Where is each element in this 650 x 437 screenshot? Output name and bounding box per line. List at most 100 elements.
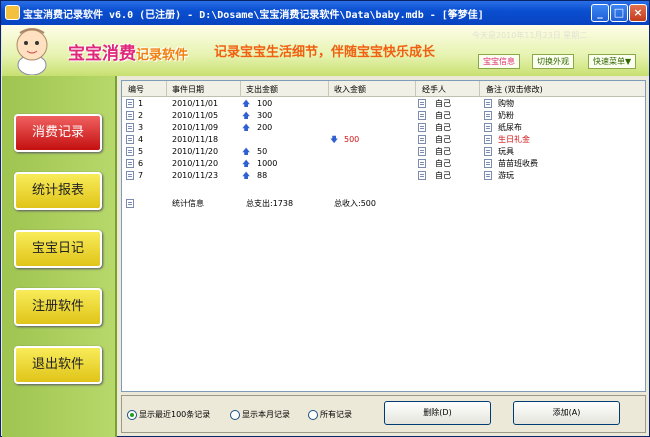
cell-note[interactable]: 苗苗班收费 <box>498 158 538 170</box>
cell-note[interactable]: 奶粉 <box>498 110 514 122</box>
current-date: 今天是2010年11月23日 星期二 <box>472 31 588 40</box>
cell-note[interactable]: 游玩 <box>498 170 514 182</box>
arrow-up-icon: 🡅 <box>242 123 251 132</box>
table-row[interactable]: 5 2010/11/20 🡅 50 自己 玩具 <box>122 146 645 158</box>
handler-icon <box>418 159 426 168</box>
column-header-id[interactable]: 编号 <box>128 84 144 95</box>
cell-id: 2 <box>138 111 144 120</box>
cell-id: 5 <box>138 147 144 156</box>
slogan: 记录宝宝生活细节，伴随宝宝快乐成长 <box>214 45 436 60</box>
sidebar-item-reports[interactable]: 统计报表 <box>14 172 102 210</box>
cell-handler: 自己 <box>435 99 451 108</box>
cell-handler: 自己 <box>435 135 451 144</box>
row-document-icon <box>126 135 134 144</box>
radio-all-records[interactable]: 所有记录 <box>308 409 352 420</box>
row-document-icon <box>126 99 134 108</box>
sidebar-item-records[interactable]: 消费记录 <box>14 114 102 152</box>
baby-mascot-icon <box>16 28 48 75</box>
handler-icon <box>418 171 426 180</box>
title-bar[interactable]: 宝宝消费记录软件 v6.0 (已注册) - D:\Dosame\宝宝消费记录软件… <box>1 1 649 25</box>
document-icon <box>126 199 134 208</box>
app-window: 宝宝消费记录软件 v6.0 (已注册) - D:\Dosame\宝宝消费记录软件… <box>0 0 650 437</box>
radio-dot-icon <box>308 409 318 420</box>
radio-this-month[interactable]: 显示本月记录 <box>230 409 290 420</box>
cell-handler: 自己 <box>435 171 451 180</box>
switch-skin-button[interactable]: 切换外观 <box>532 54 574 69</box>
note-icon <box>484 111 492 120</box>
note-icon <box>484 123 492 132</box>
sidebar-item-diary[interactable]: 宝宝日记 <box>14 230 102 268</box>
cell-date: 2010/11/20 <box>172 147 219 156</box>
cell-expense: 88 <box>257 171 268 180</box>
note-icon <box>484 99 492 108</box>
sidebar-item-register[interactable]: 注册软件 <box>14 288 102 326</box>
row-document-icon <box>126 123 134 132</box>
cell-date: 2010/11/09 <box>172 123 219 132</box>
note-icon <box>484 159 492 168</box>
handler-icon <box>418 111 426 120</box>
handler-icon <box>418 123 426 132</box>
cell-handler: 自己 <box>435 147 451 156</box>
table-row[interactable]: 7 2010/11/23 🡅 88 自己 游玩 <box>122 170 645 182</box>
cell-date: 2010/11/05 <box>172 111 219 120</box>
cell-expense: 100 <box>257 99 273 108</box>
arrow-up-icon: 🡅 <box>242 111 251 120</box>
column-header-handler[interactable]: 经手人 <box>422 84 446 95</box>
table-header: 编号 事件日期 支出金额 收入金额 经手人 备注 (双击修改) <box>122 81 645 97</box>
window-title: 宝宝消费记录软件 v6.0 (已注册) - D:\Dosame\宝宝消费记录软件… <box>23 10 484 21</box>
cell-handler: 自己 <box>435 159 451 168</box>
row-document-icon <box>126 171 134 180</box>
baby-info-button[interactable]: 宝宝信息 <box>478 54 520 69</box>
table-row[interactable]: 2 2010/11/05 🡅 300 自己 奶粉 <box>122 110 645 122</box>
column-header-note[interactable]: 备注 (双击修改) <box>486 84 543 95</box>
cell-date: 2010/11/20 <box>172 159 219 168</box>
radio-recent-100[interactable]: 显示最近100条记录 <box>127 409 210 420</box>
table-row[interactable]: 3 2010/11/09 🡅 200 自己 纸尿布 <box>122 122 645 134</box>
row-document-icon <box>126 159 134 168</box>
cell-id: 1 <box>138 99 144 108</box>
cell-id: 7 <box>138 171 144 180</box>
close-button[interactable]: × <box>629 4 647 22</box>
row-document-icon <box>126 111 134 120</box>
app-icon <box>5 5 20 20</box>
cell-note[interactable]: 玩具 <box>498 146 514 158</box>
records-table[interactable]: 编号 事件日期 支出金额 收入金额 经手人 备注 (双击修改) 1 2010/11… <box>121 80 646 392</box>
cell-income: 500 <box>344 135 360 144</box>
summary-label: 统计信息 <box>172 199 204 208</box>
total-expense: 总支出:1738 <box>246 199 294 208</box>
column-header-income[interactable]: 收入金额 <box>334 84 366 95</box>
cell-expense: 300 <box>257 111 273 120</box>
note-icon <box>484 135 492 144</box>
arrow-up-icon: 🡅 <box>242 99 251 108</box>
row-document-icon <box>126 147 134 156</box>
add-button[interactable]: 添加(A) <box>513 401 620 425</box>
arrow-up-icon: 🡅 <box>242 159 251 168</box>
cell-id: 6 <box>138 159 144 168</box>
column-header-date[interactable]: 事件日期 <box>172 84 204 95</box>
column-header-expense[interactable]: 支出金额 <box>246 84 278 95</box>
cell-note[interactable]: 购物 <box>498 98 514 110</box>
table-row[interactable]: 4 2010/11/18 🡇 500 自己 生日礼金 <box>122 134 645 146</box>
cell-note[interactable]: 纸尿布 <box>498 122 522 134</box>
cell-note[interactable]: 生日礼金 <box>498 134 530 146</box>
sidebar-item-exit[interactable]: 退出软件 <box>14 346 102 384</box>
handler-icon <box>418 99 426 108</box>
total-income: 总收入:500 <box>334 199 376 208</box>
maximize-button[interactable]: □ <box>610 4 628 22</box>
handler-icon <box>418 135 426 144</box>
summary-row: 统计信息 总支出:1738 总收入:500 <box>122 198 645 210</box>
app-logo: 宝宝消费记录软件 <box>68 44 189 64</box>
cell-id: 4 <box>138 135 144 144</box>
minimize-button[interactable]: _ <box>591 4 609 22</box>
cell-expense: 200 <box>257 123 273 132</box>
quick-menu-button[interactable]: 快速菜单▼ <box>588 54 637 69</box>
cell-date: 2010/11/23 <box>172 171 219 180</box>
cell-date: 2010/11/01 <box>172 99 219 108</box>
arrow-up-icon: 🡅 <box>242 147 251 156</box>
table-row[interactable]: 6 2010/11/20 🡅 1000 自己 苗苗班收费 <box>122 158 645 170</box>
bottom-toolbar: 显示最近100条记录 显示本月记录 所有记录 删除(D) 添加(A) <box>121 395 646 433</box>
sidebar: 消费记录 统计报表 宝宝日记 注册软件 退出软件 <box>2 76 117 437</box>
table-row[interactable]: 1 2010/11/01 🡅 100 自己 购物 <box>122 98 645 110</box>
delete-button[interactable]: 删除(D) <box>384 401 491 425</box>
cell-handler: 自己 <box>435 123 451 132</box>
